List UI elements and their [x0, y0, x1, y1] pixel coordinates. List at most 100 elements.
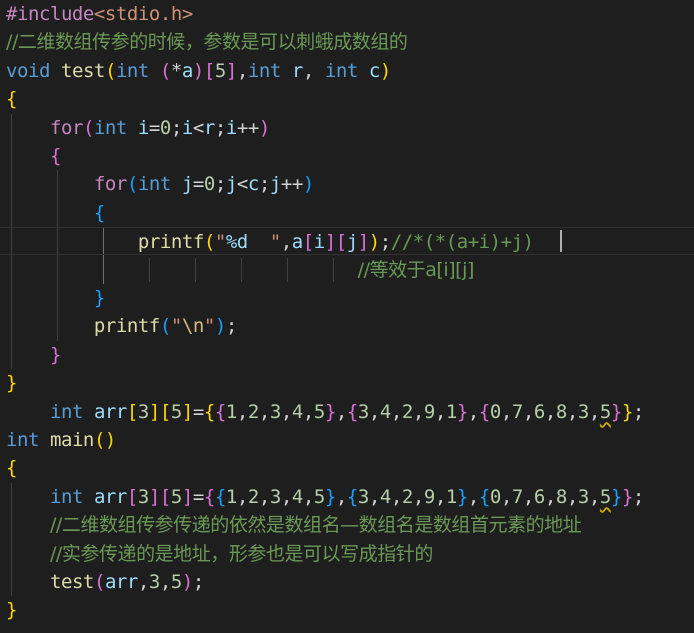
- code-token: ,: [335, 485, 347, 508]
- code-token: ,: [236, 400, 248, 423]
- code-token: ): [302, 173, 314, 196]
- code-token: [: [203, 59, 215, 82]
- code-line[interactable]: printf("%d ",a[i][j]);//*(*(a+i)+j): [0, 227, 694, 256]
- code-token: ;: [632, 400, 644, 423]
- code-token: ,: [412, 485, 424, 508]
- code-token: ]: [324, 231, 336, 254]
- code-token: printf: [93, 315, 160, 338]
- code-token: 4: [291, 485, 303, 508]
- code-line[interactable]: //实参传递的是地址，形参也是可以写成指针的: [6, 540, 433, 568]
- code-token: 5: [170, 485, 182, 508]
- code-token: c: [368, 59, 380, 82]
- code-line[interactable]: for(int j=0;j<c;j++): [6, 170, 314, 198]
- code-token: ;: [214, 116, 226, 139]
- code-token: {: [478, 485, 490, 508]
- code-token: ,: [566, 485, 578, 508]
- code-token: arr: [104, 571, 138, 593]
- code-line[interactable]: printf("\n");: [6, 312, 237, 340]
- code-token: (): [93, 429, 116, 451]
- code-line[interactable]: {: [6, 85, 17, 113]
- code-line[interactable]: void test(int (*a)[5],int r, int c): [6, 57, 391, 85]
- code-token: ,: [467, 485, 479, 508]
- code-token: ,: [412, 400, 424, 423]
- code-token: r: [291, 59, 303, 82]
- code-token: ,: [280, 231, 292, 254]
- code-line[interactable]: {: [6, 142, 61, 170]
- code-token: ,: [434, 485, 446, 508]
- code-token: ,: [522, 400, 534, 423]
- code-token: 3: [577, 400, 589, 423]
- code-token: 1: [445, 485, 457, 508]
- code-token: ,: [544, 485, 556, 508]
- code-line[interactable]: }: [6, 369, 17, 397]
- code-token: ;: [170, 116, 182, 139]
- code-line[interactable]: //二维数组传参的时候，参数是可以刺蛾成数组的: [6, 28, 408, 56]
- code-editor[interactable]: #include<stdio.h> //二维数组传参的时候，参数是可以刺蛾成数组的…: [0, 0, 694, 633]
- code-token: arr: [93, 400, 127, 423]
- code-token: ): [258, 116, 270, 139]
- code-token: 5: [214, 59, 226, 82]
- code-line[interactable]: int arr[3][5]={{1,2,3,4,5},{3,4,2,9,1},{…: [6, 483, 644, 511]
- code-line[interactable]: test(arr,3,5);: [6, 568, 204, 596]
- code-line[interactable]: #include<stdio.h>: [6, 0, 193, 28]
- code-token: 3: [269, 485, 281, 508]
- code-token: (: [203, 231, 215, 254]
- code-token: for: [49, 116, 83, 139]
- code-token: ,: [500, 485, 512, 508]
- code-token: <: [236, 173, 248, 196]
- code-token: ,: [522, 485, 534, 508]
- code-line[interactable]: int main(): [6, 426, 116, 454]
- code-line[interactable]: {: [6, 454, 17, 482]
- code-token: ,: [368, 485, 380, 508]
- code-token: {: [203, 485, 215, 508]
- code-token: int: [6, 429, 39, 451]
- code-token: *: [170, 59, 182, 82]
- code-token: int: [49, 400, 83, 423]
- code-token: }: [610, 485, 622, 508]
- code-token: ): [214, 315, 226, 338]
- code-token: 3: [269, 400, 281, 423]
- code-token: }: [621, 485, 633, 508]
- code-token: ,: [302, 485, 314, 508]
- code-token: 5: [170, 571, 182, 593]
- code-token: ,: [566, 400, 578, 423]
- code-token: for: [93, 173, 127, 196]
- code-line[interactable]: {: [6, 199, 105, 227]
- code-token: j: [346, 231, 358, 254]
- code-token: }: [610, 400, 622, 423]
- code-token: i: [313, 231, 325, 254]
- code-line[interactable]: }: [6, 596, 17, 624]
- code-token: 3: [357, 400, 369, 423]
- code-token: c: [247, 173, 259, 196]
- code-token: ,: [368, 400, 380, 423]
- code-token: ): [181, 571, 193, 593]
- code-line[interactable]: //二维数组传参传递的依然是数组名—数组名是数组首元素的地址: [6, 511, 582, 539]
- code-line[interactable]: for(int i=0;i<r;i++): [6, 114, 270, 142]
- code-token: }: [93, 287, 105, 309]
- code-token: ++: [280, 173, 303, 196]
- code-token: 5: [599, 400, 611, 423]
- code-token: (: [93, 571, 105, 593]
- code-line[interactable]: //等效于a[i][j]: [6, 256, 475, 284]
- code-line[interactable]: int arr[3][5]={{1,2,3,4,5},{3,4,2,9,1},{…: [6, 398, 644, 426]
- code-token: 3: [357, 485, 369, 508]
- code-token: ": [170, 315, 182, 338]
- code-token: ,: [390, 485, 402, 508]
- code-line[interactable]: }: [6, 284, 105, 312]
- code-token: i: [225, 116, 237, 139]
- code-token: #include: [6, 3, 94, 25]
- code-token: ): [368, 231, 380, 254]
- code-token: test: [49, 571, 94, 593]
- code-token: ;: [258, 173, 270, 196]
- code-line[interactable]: }: [6, 341, 61, 369]
- code-token: 2: [401, 485, 413, 508]
